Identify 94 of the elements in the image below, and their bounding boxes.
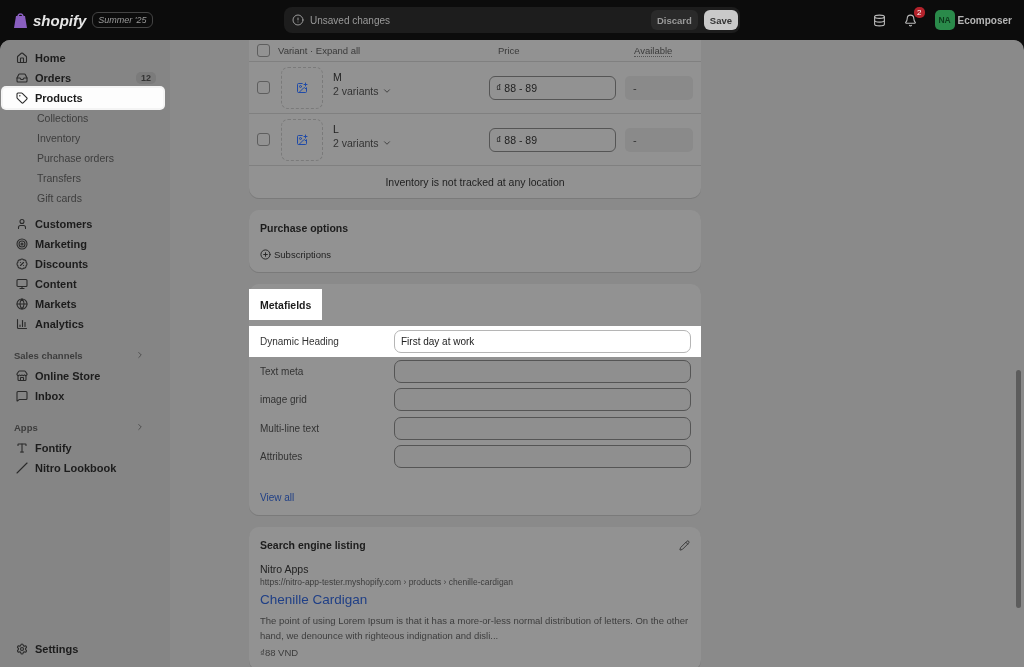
edit-icon[interactable] [679,539,690,551]
add-image-icon [296,133,308,146]
metafield-input[interactable] [394,359,691,383]
checkbox[interactable] [257,81,270,94]
variant-name: M [333,70,343,83]
metafield-label: Dynamic Heading [260,336,340,347]
column-header: Available [634,44,673,57]
page-title: Chenille Cardigan [260,592,369,607]
price-text: ₫88 VND [260,647,300,658]
nav-item[interactable]: Products [3,88,163,108]
avatar[interactable]: NA [934,10,955,30]
tray-icon [16,72,28,84]
nav-subitem[interactable]: Inventory [3,128,170,148]
nav-item[interactable]: Settings [3,639,163,659]
count-badge: 12 [136,72,156,84]
price-field[interactable]: ₫ 88 - 89 [489,127,616,152]
save-message: Unsaved changes [310,14,392,26]
nav-item[interactable]: Marketing [3,234,163,254]
scrollbar[interactable] [1016,370,1021,608]
plus-circle-icon [260,249,271,260]
save-button[interactable]: Save [703,10,738,30]
metafield-label: image grid [260,394,308,406]
database-icon[interactable] [872,13,886,27]
image-placeholder[interactable] [281,66,323,109]
nav-item[interactable]: Orders 12 [3,68,163,88]
nav-item[interactable]: Inbox [3,386,163,406]
card-title: Purchase options [260,222,350,234]
nav-item[interactable]: Online Store [3,366,163,386]
site-name: Nitro Apps [260,563,310,575]
page-url: https://nitro-app-tester.myshopify.com › products › chenille-cardigan [260,577,515,587]
chevron-right-icon [135,350,145,360]
chat-icon [16,390,28,402]
nav-item[interactable]: Analytics [3,314,163,334]
globe-icon [16,298,28,310]
discount-icon [16,258,28,270]
monitor-icon [16,278,28,290]
nav-item[interactable]: Content [3,274,163,294]
settings-icon [16,643,28,655]
notification-count: 2 [914,6,925,18]
section-header[interactable]: Apps [3,418,163,436]
available-field: - [625,127,693,152]
slash-icon [16,462,28,474]
view-all-link[interactable]: View all [249,471,701,515]
nav-subitem[interactable]: Collections [3,108,170,128]
page-description: The point of using Lorem Ipsum is that it has a more-or-less normal distribution of letters. On the other hand, we denounce with righteous indignation and disli... [260,614,690,643]
image-placeholder[interactable] [281,118,323,161]
column-header: Variant · Expand all [278,45,362,56]
add-image-icon [296,81,308,94]
nav-subitem[interactable]: Purchase orders [3,148,170,168]
checkbox[interactable] [257,44,270,57]
nav-item[interactable]: Home [3,48,163,68]
store-icon [16,370,28,382]
variant-name: L [333,122,340,135]
discard-button[interactable]: Discard [650,10,698,30]
bell-icon[interactable] [903,13,917,27]
edition-badge: Summer '25 [92,12,153,28]
shopping-bag-logo [14,12,27,28]
price-field[interactable]: ₫ 88 - 89 [489,75,616,100]
metafield-label: Attributes [260,451,304,463]
metafield-input[interactable] [394,416,691,440]
subscriptions-button[interactable]: Subscriptions [260,249,690,260]
house-icon [16,52,28,64]
account-name[interactable]: Ecomposer [957,14,1012,26]
metafield-input[interactable]: First day at work [394,330,691,353]
inventory-note: Inventory is not tracked at any location [384,175,566,190]
variant-toggle[interactable]: 2 variants [333,84,489,97]
column-header: Price [498,45,521,56]
nav-item[interactable]: Nitro Lookbook [3,458,163,478]
bar-chart-icon [16,318,28,330]
brand-name: shopify [33,11,87,29]
section-title: Sales channels [14,349,83,361]
nav-item[interactable]: Customers [3,214,163,234]
nav-subitem[interactable]: Transfers [3,168,170,188]
metafield-input[interactable] [394,388,691,412]
font-icon [16,442,28,454]
available-field: - [625,75,693,100]
alert-icon [292,14,304,26]
metafield-label: Multi-line text [260,422,320,434]
nav-item[interactable]: Discounts [3,254,163,274]
card-title: Metafields [249,289,323,320]
checkbox[interactable] [257,133,270,146]
chevron-right-icon [135,422,145,432]
person-icon [16,218,28,230]
nav-item[interactable]: Fontify [3,438,163,458]
nav-item[interactable]: Markets [3,294,163,314]
target-icon [16,238,28,250]
tag-icon [16,92,28,104]
metafield-input[interactable] [394,445,691,469]
card-title: Search engine listing [260,539,366,551]
nav-subitem[interactable]: Gift cards [3,188,170,208]
section-title: Apps [14,421,38,433]
metafield-label: Text meta [260,365,305,377]
section-header[interactable]: Sales channels [3,346,163,364]
variant-toggle[interactable]: 2 variants [333,136,489,149]
